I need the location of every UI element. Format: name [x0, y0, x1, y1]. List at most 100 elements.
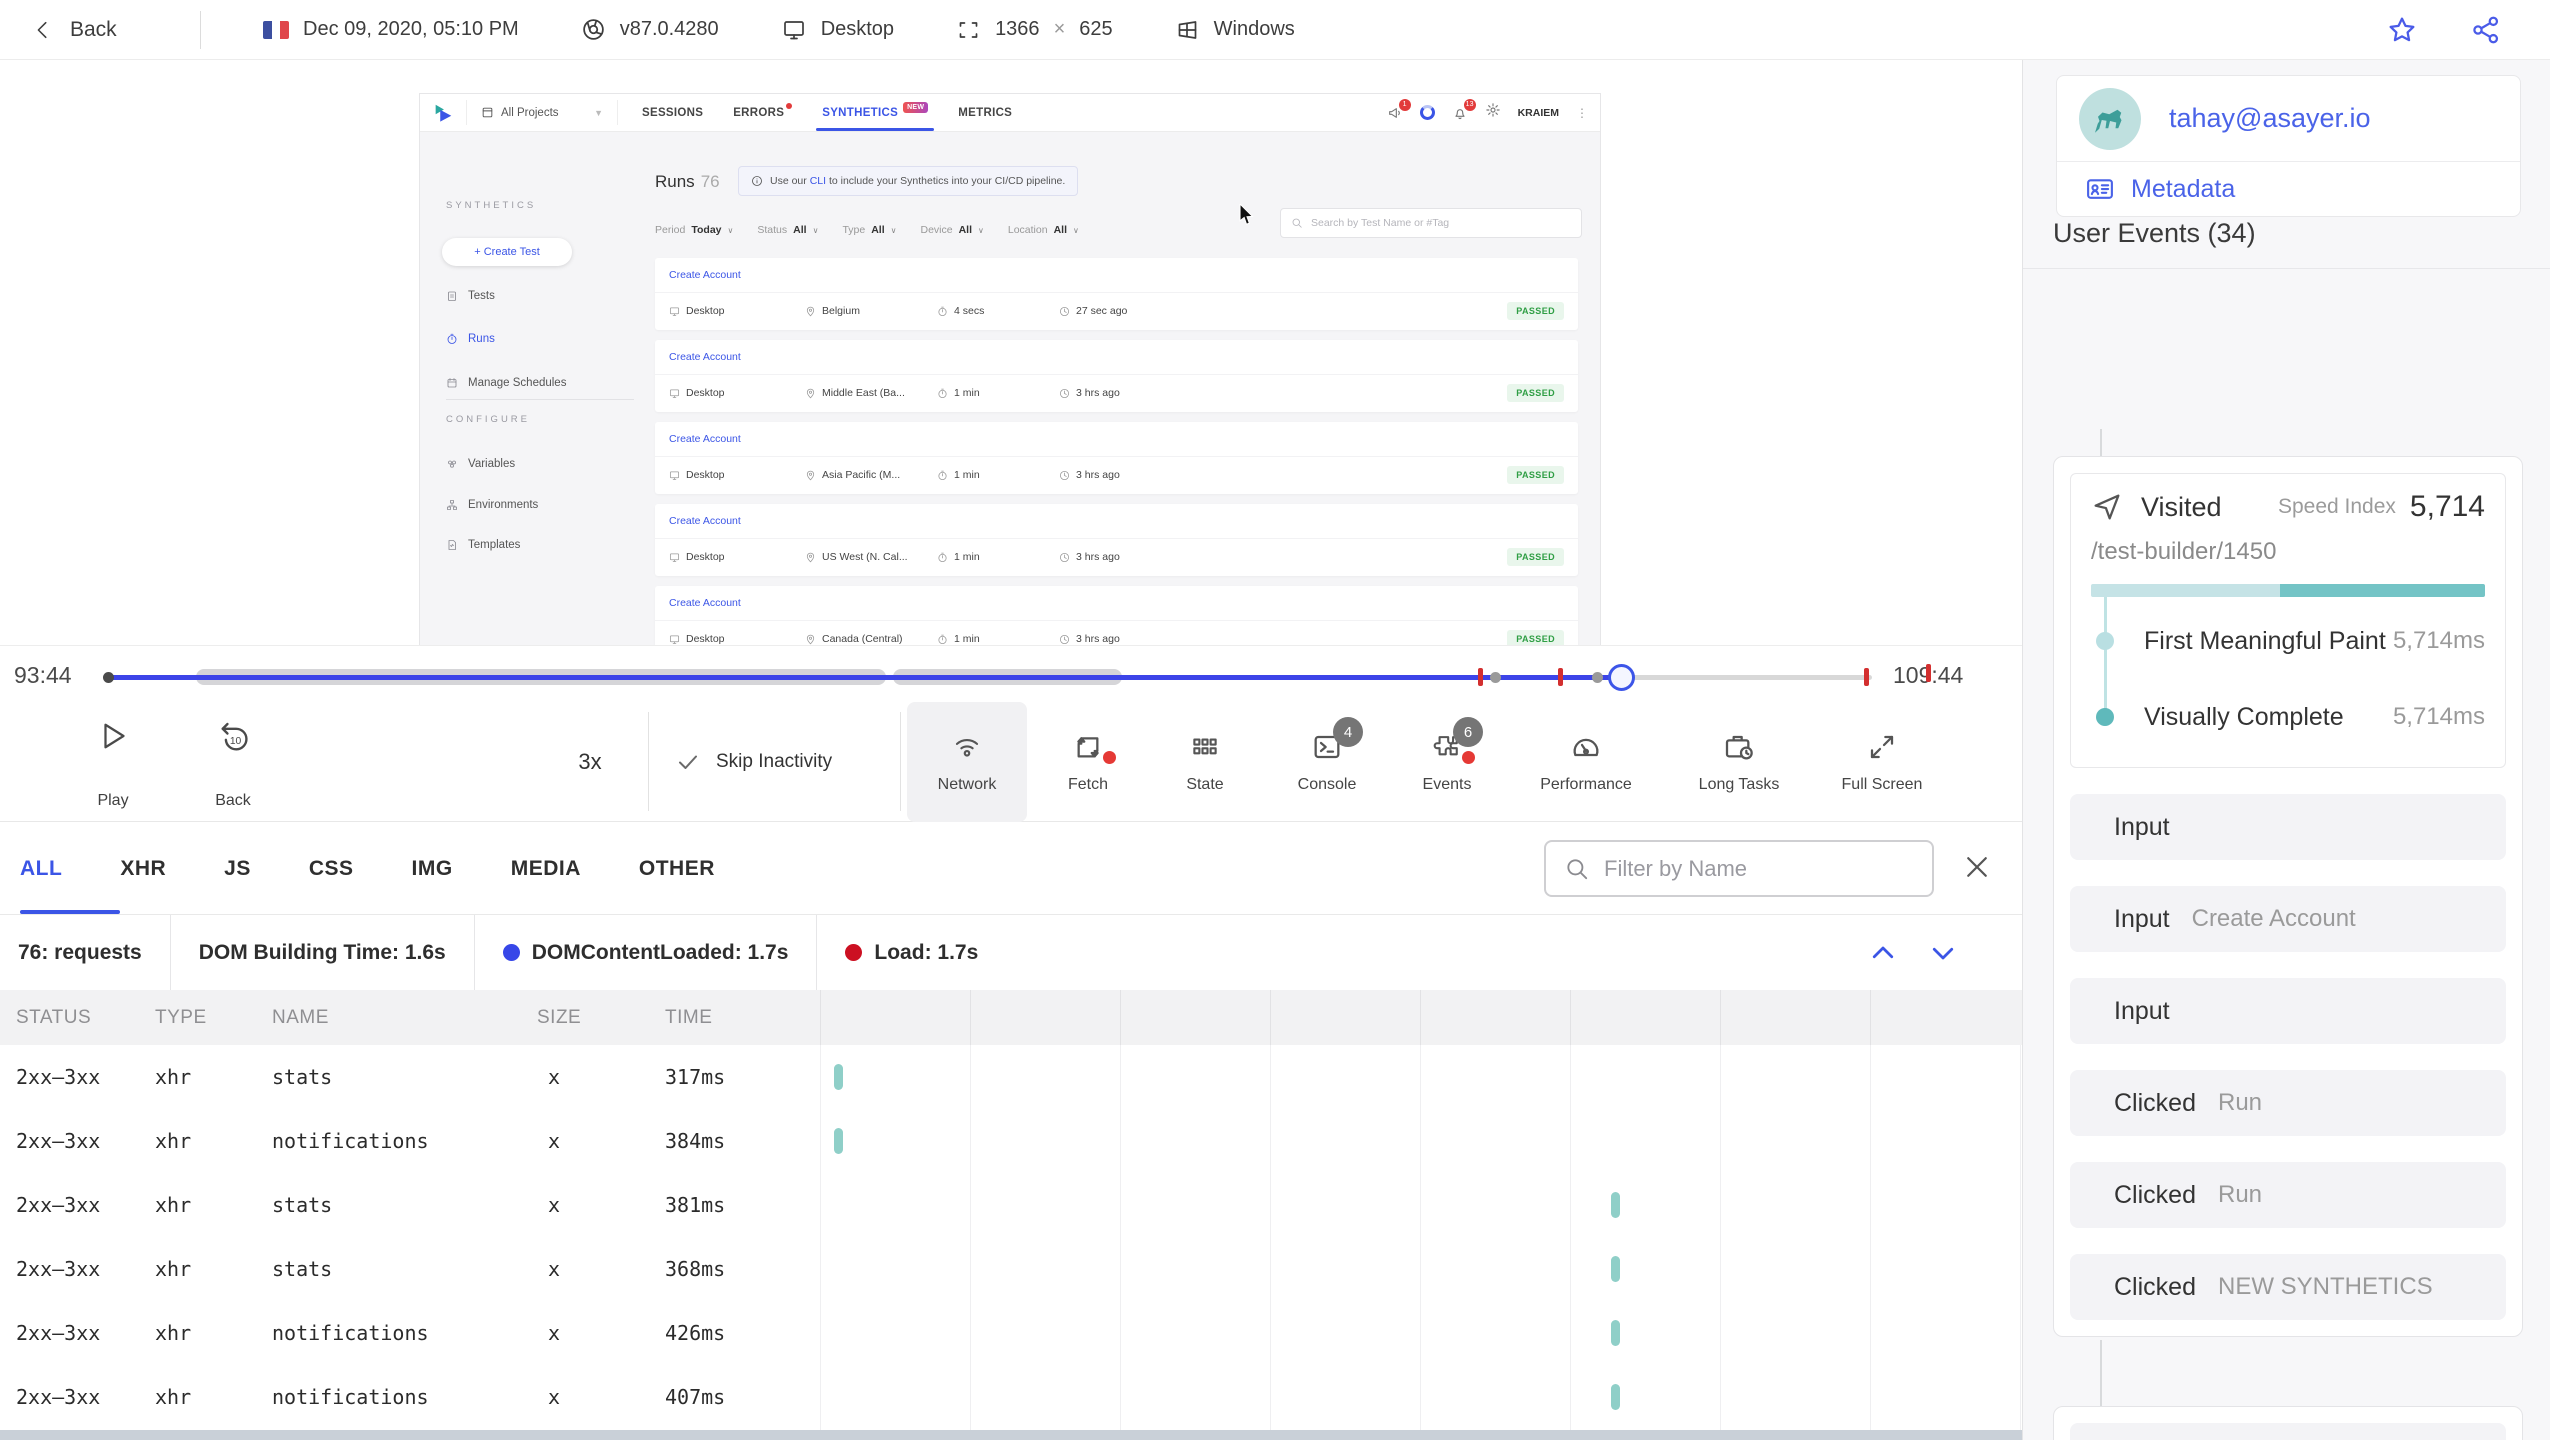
state-panel-button[interactable]: State — [1145, 702, 1265, 822]
chevron-down-icon[interactable] — [1928, 938, 1958, 968]
long-tasks-panel-button[interactable]: Long Tasks — [1679, 702, 1799, 822]
svg-text:10: 10 — [230, 736, 242, 747]
play-button[interactable]: Play — [58, 718, 168, 810]
location-pin-icon — [806, 634, 815, 644]
timeline-start-dot — [103, 672, 114, 683]
run-location: Belgium — [805, 305, 937, 317]
checkmark-icon — [679, 755, 697, 769]
network-request-row[interactable]: 2xx–3xx xhr stats x 381ms — [0, 1173, 2022, 1237]
filter-by-name-search[interactable] — [1544, 840, 1934, 897]
back-10s-button[interactable]: 10 Back — [178, 718, 288, 810]
notifications-bell-icon: 13 — [1452, 98, 1476, 121]
search-icon — [1292, 218, 1302, 228]
run-name-link: Create Account — [655, 258, 1578, 293]
topbar: Back Dec 09, 2020, 05:10 PM v87.0.4280 D… — [0, 0, 2550, 60]
speed-toggle[interactable]: 3x — [540, 702, 640, 822]
search-icon — [1567, 858, 1588, 879]
back-button[interactable]: Back — [0, 18, 200, 42]
net-tab-css[interactable]: CSS — [309, 857, 354, 881]
event-marker[interactable] — [1558, 668, 1563, 686]
run-name-link: Create Account — [655, 422, 1578, 457]
controls-divider — [648, 712, 649, 811]
request-status: 2xx–3xx — [16, 1385, 101, 1409]
chevron-down-icon: ∨ — [890, 225, 897, 235]
run-name-link: Create Account — [655, 586, 1578, 621]
waterfall-time-label — [1570, 990, 1720, 1045]
metadata-button[interactable]: Metadata — [2057, 161, 2520, 216]
net-tab-js[interactable]: JS — [224, 857, 251, 881]
share-icon[interactable] — [2470, 14, 2502, 46]
request-size: x — [548, 1321, 561, 1345]
timeline-playhead[interactable] — [1608, 664, 1635, 691]
clock-icon — [1059, 634, 1070, 644]
user-events-list: Input Input Create Account Input Clicked… — [2070, 794, 2506, 1320]
network-request-row[interactable]: 2xx–3xx xhr stats x 368ms — [0, 1237, 2022, 1301]
monitor-icon — [669, 306, 680, 316]
tab-errors: ERRORS — [733, 94, 793, 131]
fetch-icon — [1077, 737, 1099, 758]
app-logo-icon — [420, 94, 466, 131]
event-marker[interactable] — [1864, 668, 1869, 686]
filter-dropdown: Device All ∨ — [920, 224, 984, 236]
user-email-link[interactable]: tahay@asayer.io — [2169, 103, 2371, 134]
stopwatch-icon — [447, 333, 457, 344]
network-panel-button[interactable]: Network — [907, 702, 1027, 822]
net-tab-other[interactable]: OTHER — [639, 857, 715, 881]
variables-icon — [448, 460, 456, 468]
skip-inactivity-toggle[interactable]: Skip Inactivity — [676, 702, 832, 822]
network-request-row[interactable]: 2xx–3xx xhr stats x 317ms — [0, 1045, 2022, 1109]
filter-input[interactable] — [1604, 855, 1904, 882]
event-dot[interactable] — [1490, 672, 1501, 683]
calendar-icon — [447, 378, 457, 388]
net-tab-media[interactable]: MEDIA — [511, 857, 581, 881]
event-dot[interactable] — [1592, 672, 1603, 683]
events-count-badge: 6 — [1453, 717, 1483, 747]
network-request-row[interactable]: 2xx–3xx xhr notifications x 426ms — [0, 1301, 2022, 1365]
event-marker[interactable] — [1478, 668, 1483, 686]
user-event-row[interactable]: Input Create Account — [2070, 886, 2506, 952]
navigate-icon — [2094, 494, 2120, 520]
chevron-down-icon: ▼ — [594, 107, 603, 118]
user-event-row[interactable]: Clicked NEW SYNTHETICS — [2070, 1254, 2506, 1320]
close-panel-icon[interactable] — [1962, 852, 1992, 882]
network-requests-table: 2xx–3xx xhr stats x 317ms 2xx–3xx xhr no… — [0, 1045, 2022, 1430]
visited-event-card[interactable]: Visited Speed Index 5,714 /test-builder/… — [2070, 473, 2506, 768]
info-icon — [752, 176, 762, 186]
chevron-up-icon[interactable] — [1868, 938, 1898, 968]
announcements-icon: 1 — [1387, 98, 1411, 121]
event-target-label: Create Account — [2191, 905, 2356, 932]
waterfall-time-columns — [820, 990, 2020, 1045]
horizontal-scrollbar[interactable] — [0, 1430, 2022, 1440]
full-screen-button[interactable]: Full Screen — [1822, 702, 1942, 822]
fetch-panel-button[interactable]: Fetch — [1028, 702, 1148, 822]
run-time-ago: 3 hrs ago — [1059, 633, 1120, 645]
run-status-badge: PASSED — [1507, 630, 1564, 645]
request-name: notifications — [272, 1385, 429, 1409]
app-user-name: KRAIEM — [1517, 106, 1559, 119]
hyena-avatar-icon — [2095, 109, 2122, 133]
timing-dot — [2096, 632, 2114, 650]
network-request-row[interactable]: 2xx–3xx xhr notifications x 384ms — [0, 1109, 2022, 1173]
console-count-badge: 4 — [1333, 717, 1363, 747]
console-panel-button[interactable]: 4 Console — [1267, 702, 1387, 822]
net-tab-xhr[interactable]: XHR — [120, 857, 166, 881]
active-tab-underline — [20, 910, 120, 914]
wifi-icon — [955, 739, 979, 757]
runs-page-title: Runs 76 — [655, 172, 720, 191]
request-name: stats — [272, 1193, 333, 1217]
cli-info-banner: Use our CLI to include your Synthetics i… — [738, 166, 1079, 196]
network-request-row[interactable]: 2xx–3xx xhr notifications x 407ms — [0, 1365, 2022, 1429]
user-event-row[interactable]: Input — [2070, 978, 2506, 1044]
user-event-row[interactable]: Clicked Run — [2070, 1070, 2506, 1136]
favorite-star-icon[interactable] — [2386, 14, 2418, 46]
net-tab-all[interactable]: ALL — [20, 857, 62, 881]
project-selector: All Projects ▼ — [467, 94, 617, 131]
session-date-label: Dec 09, 2020, 05:10 PM — [303, 18, 519, 40]
user-event-row[interactable]: Clicked Run — [2070, 1162, 2506, 1228]
events-panel-button[interactable]: 6 Events — [1387, 702, 1507, 822]
performance-panel-button[interactable]: Performance — [1526, 702, 1646, 822]
user-event-row[interactable]: Input — [2070, 794, 2506, 860]
net-tab-img[interactable]: IMG — [412, 857, 453, 881]
run-location: Canada (Central) — [805, 633, 937, 645]
resolution-separator: × — [1053, 18, 1066, 40]
